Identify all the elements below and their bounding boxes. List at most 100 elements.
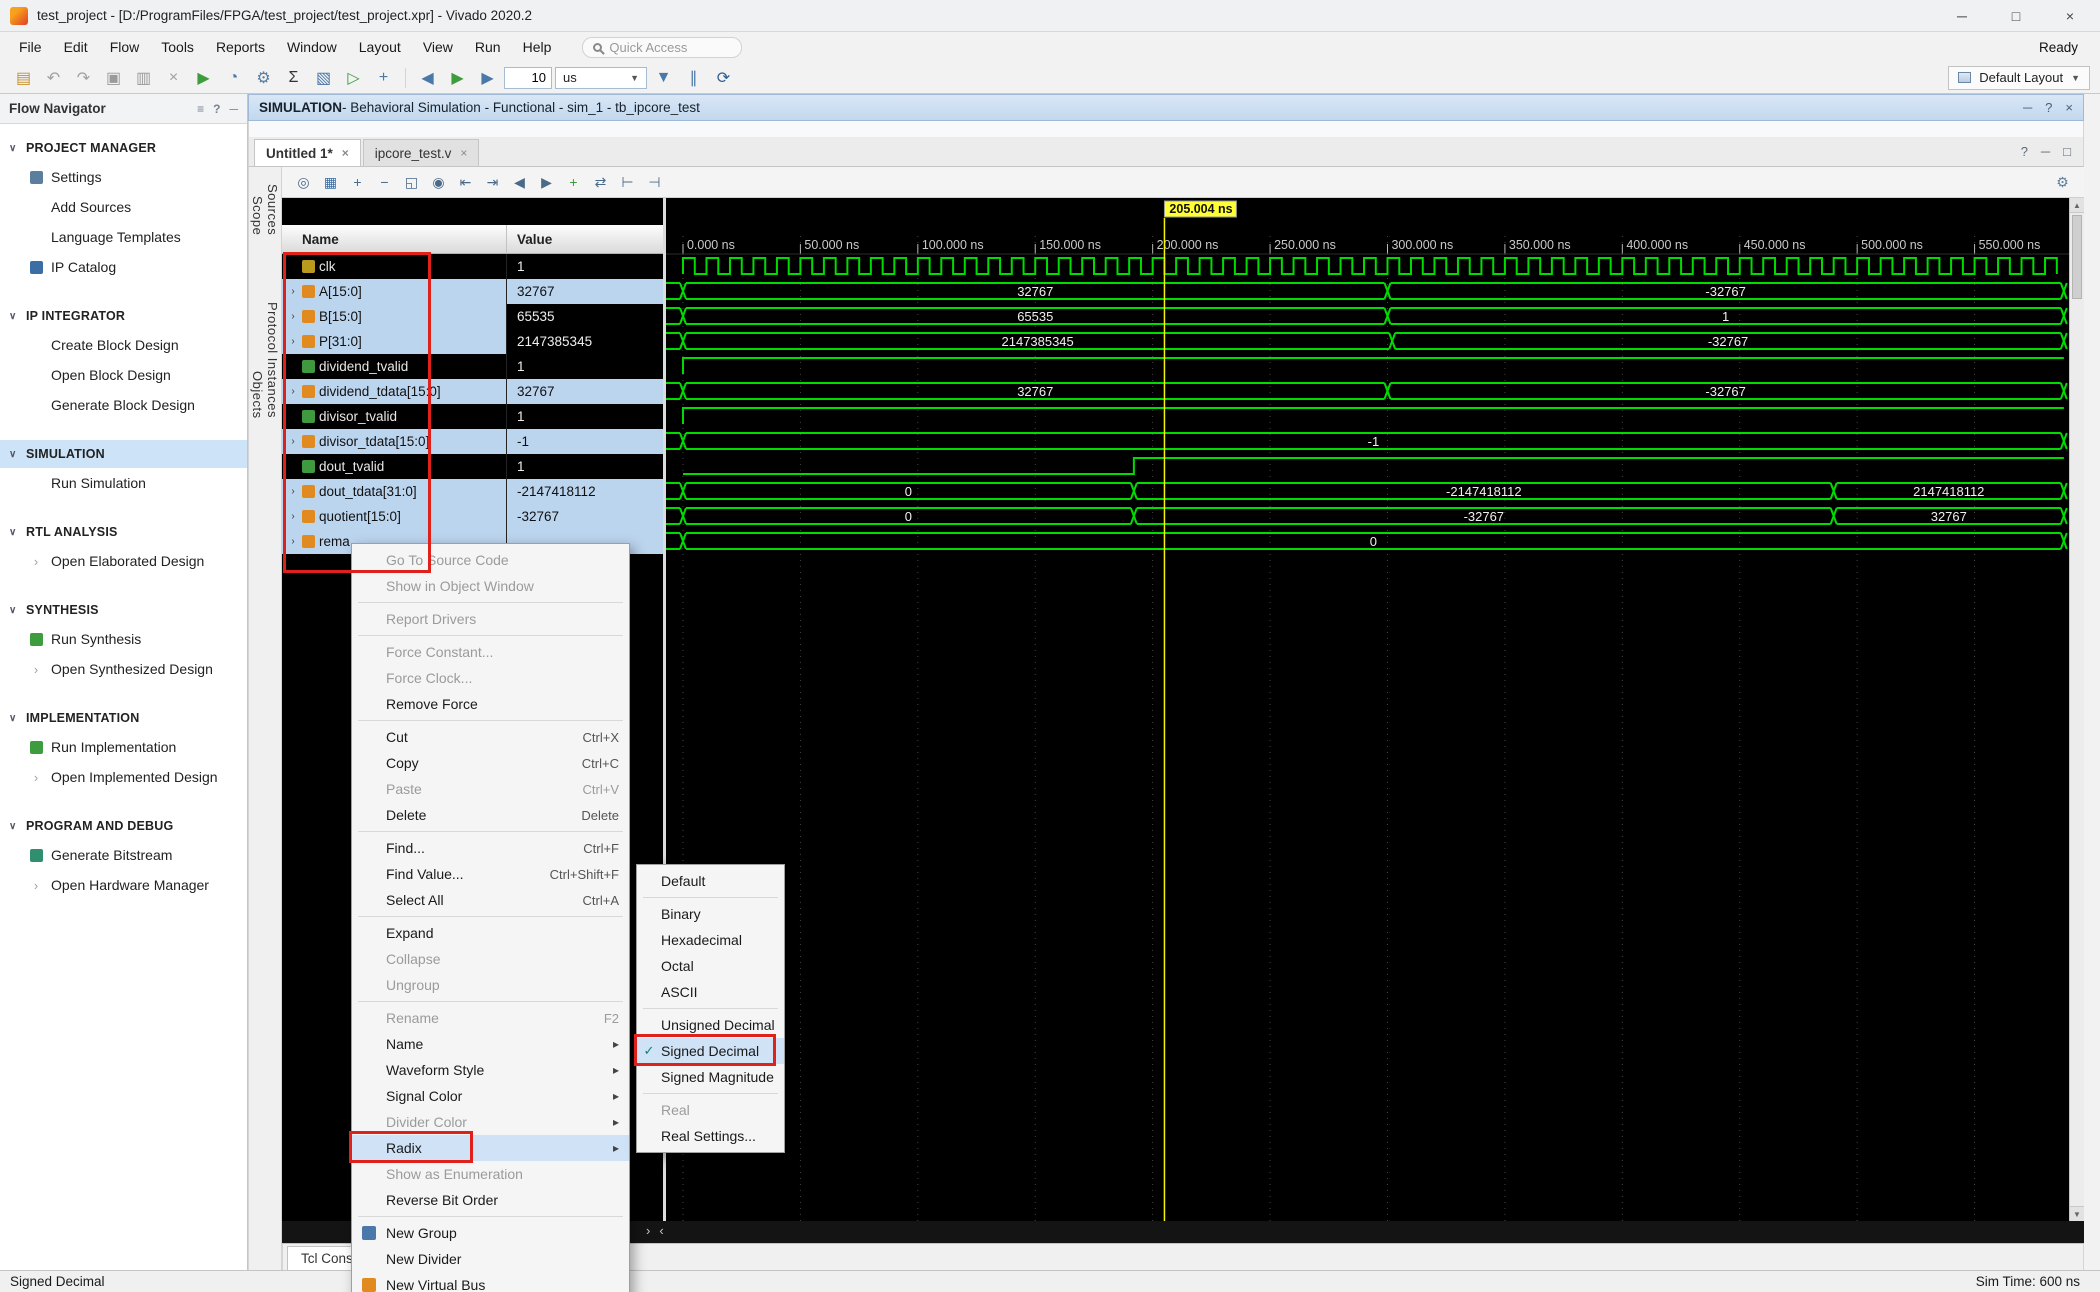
signal-name-cell[interactable]: ›divisor_tdata[15:0] [282, 429, 506, 454]
flow-item-open-hardware-manager[interactable]: ›Open Hardware Manager [0, 870, 247, 900]
quick-access-search[interactable]: Quick Access [582, 37, 742, 58]
signal-row-divisor-tdata-15-0[interactable]: ›divisor_tdata[15:0]-1 [282, 429, 663, 454]
signal-name-cell[interactable]: dividend_tvalid [282, 354, 506, 379]
side-tab-objects[interactable]: Objects [250, 362, 265, 428]
signal-name-cell[interactable]: dout_tvalid [282, 454, 506, 479]
signal-row-dividend-tdata-15-0[interactable]: ›dividend_tdata[15:0]32767 [282, 379, 663, 404]
menu-reports[interactable]: Reports [205, 35, 276, 59]
scrollbar-thumb[interactable] [2072, 215, 2082, 299]
scroll-up-icon[interactable]: ▲ [2070, 198, 2084, 213]
signal-name-cell[interactable]: ›A[15:0] [282, 279, 506, 304]
pause-icon[interactable]: ∥ [680, 66, 707, 90]
signal-row-quotient-15-0[interactable]: ›quotient[15:0]-32767 [282, 504, 663, 529]
signal-row-dout-tdata-31-0[interactable]: ›dout_tdata[31:0]-2147418112 [282, 479, 663, 504]
signal-value-cell[interactable]: 1 [506, 404, 663, 429]
minimize-button[interactable]: ─ [1942, 4, 1982, 28]
flow-item-open-implemented-design[interactable]: ›Open Implemented Design [0, 762, 247, 792]
signal-value-cell[interactable]: 1 [506, 254, 663, 279]
side-tab-sources[interactable]: Sources [265, 175, 280, 244]
signal-row-divisor-tvalid[interactable]: divisor_tvalid1 [282, 404, 663, 429]
flow-section-project-manager[interactable]: ∨PROJECT MANAGER [0, 134, 247, 162]
splitter-collapse-icon[interactable]: ‹ [659, 1223, 663, 1238]
flow-item-run-synthesis[interactable]: Run Synthesis [0, 624, 247, 654]
menu-item-waveform-style[interactable]: Waveform Style▸ [352, 1057, 629, 1083]
menu-item-signal-color[interactable]: Signal Color▸ [352, 1083, 629, 1109]
undo-icon[interactable]: ↶ [40, 66, 67, 90]
radix-option-binary[interactable]: Binary [637, 901, 784, 927]
close-icon[interactable]: × [2065, 100, 2073, 115]
flow-section-synthesis[interactable]: ∨SYNTHESIS [0, 596, 247, 624]
signal-row-b-15-0[interactable]: ›B[15:0]65535 [282, 304, 663, 329]
flow-item-add-sources[interactable]: Add Sources [0, 192, 247, 222]
menu-item-new-group[interactable]: New Group [352, 1220, 629, 1246]
settings-gear-icon[interactable]: ⚙ [2050, 171, 2075, 193]
signal-name-cell[interactable]: clk [282, 254, 506, 279]
menu-item-select-all[interactable]: Select AllCtrl+A [352, 887, 629, 913]
menu-item-copy[interactable]: CopyCtrl+C [352, 750, 629, 776]
flow-item-open-elaborated-design[interactable]: ›Open Elaborated Design [0, 546, 247, 576]
report-icon[interactable]: ▧ [310, 66, 337, 90]
help-icon[interactable]: ? [2021, 144, 2028, 159]
expand-chevron-icon[interactable]: › [288, 336, 298, 347]
close-tab-icon[interactable]: × [460, 146, 467, 160]
signal-value-cell[interactable]: -32767 [506, 504, 663, 529]
zoom-in-icon[interactable]: + [345, 171, 370, 193]
snap-left-icon[interactable]: ⊢ [615, 171, 640, 193]
signal-value-cell[interactable]: 2147385345 [506, 329, 663, 354]
radix-option-signed-magnitude[interactable]: Signed Magnitude [637, 1064, 784, 1090]
redo-icon[interactable]: ↷ [70, 66, 97, 90]
open-project-icon[interactable]: ▤ [10, 66, 37, 90]
signal-name-cell[interactable]: ›dividend_tdata[15:0] [282, 379, 506, 404]
signal-name-cell[interactable]: ›P[31:0] [282, 329, 506, 354]
collapse-icon[interactable]: ─ [229, 102, 238, 116]
zoom-fit-icon[interactable]: ◱ [399, 171, 424, 193]
flow-item-open-block-design[interactable]: Open Block Design [0, 360, 247, 390]
menu-flow[interactable]: Flow [99, 35, 151, 59]
radix-option-ascii[interactable]: ASCII [637, 979, 784, 1005]
flow-item-generate-block-design[interactable]: Generate Block Design [0, 390, 247, 420]
menu-help[interactable]: Help [512, 35, 563, 59]
menu-item-reverse-bit-order[interactable]: Reverse Bit Order [352, 1187, 629, 1213]
sum-icon[interactable]: Σ [280, 66, 307, 90]
flow-item-language-templates[interactable]: Language Templates [0, 222, 247, 252]
search-icon[interactable]: ◎ [291, 171, 316, 193]
expand-chevron-icon[interactable]: › [288, 486, 298, 497]
side-tab-protocol-instances[interactable]: Protocol Instances [265, 293, 280, 427]
run-for-icon[interactable]: ▼ [650, 66, 677, 90]
signal-value-cell[interactable]: 32767 [506, 279, 663, 304]
signal-name-cell[interactable]: ›quotient[15:0] [282, 504, 506, 529]
float-icon[interactable]: ─ [2041, 144, 2050, 159]
run-all-icon[interactable]: ▶ [444, 66, 471, 90]
flow-section-program-and-debug[interactable]: ∨PROGRAM AND DEBUG [0, 812, 247, 840]
sim-time-input[interactable] [504, 67, 552, 89]
radix-option-octal[interactable]: Octal [637, 953, 784, 979]
value-column-header[interactable]: Value [506, 225, 663, 253]
zoom-to-cursor-icon[interactable]: ◉ [426, 171, 451, 193]
flow-section-implementation[interactable]: ∨IMPLEMENTATION [0, 704, 247, 732]
radix-option-default[interactable]: Default [637, 868, 784, 894]
dashboard-icon[interactable]: ◔ [220, 66, 247, 90]
radix-option-real-settings[interactable]: Real Settings... [637, 1123, 784, 1149]
flow-item-run-simulation[interactable]: Run Simulation [0, 468, 247, 498]
run-icon[interactable]: ▶ [190, 66, 217, 90]
signal-name-cell[interactable]: ›dout_tdata[31:0] [282, 479, 506, 504]
menu-run[interactable]: Run [464, 35, 512, 59]
signal-row-clk[interactable]: clk1 [282, 254, 663, 279]
flow-section-simulation[interactable]: ∨SIMULATION [0, 440, 247, 468]
signal-name-cell[interactable]: divisor_tvalid [282, 404, 506, 429]
name-column-header[interactable]: Name [282, 232, 506, 247]
add-marker-icon[interactable]: + [561, 171, 586, 193]
layout-select[interactable]: Default Layout ▼ [1948, 66, 2090, 90]
expand-chevron-icon[interactable]: › [288, 436, 298, 447]
flow-item-create-block-design[interactable]: Create Block Design [0, 330, 247, 360]
signal-row-dout-tvalid[interactable]: dout_tvalid1 [282, 454, 663, 479]
signal-value-cell[interactable]: -2147418112 [506, 479, 663, 504]
menu-view[interactable]: View [412, 35, 464, 59]
go-to-start-icon[interactable]: ⇤ [453, 171, 478, 193]
save-icon[interactable]: ▦ [318, 171, 343, 193]
tab-untitled-1[interactable]: Untitled 1*× [254, 139, 361, 166]
delete-icon[interactable]: × [160, 66, 187, 90]
menu-item-expand[interactable]: Expand [352, 920, 629, 946]
collapse-icon[interactable]: ─ [2023, 100, 2032, 115]
flow-item-generate-bitstream[interactable]: Generate Bitstream [0, 840, 247, 870]
